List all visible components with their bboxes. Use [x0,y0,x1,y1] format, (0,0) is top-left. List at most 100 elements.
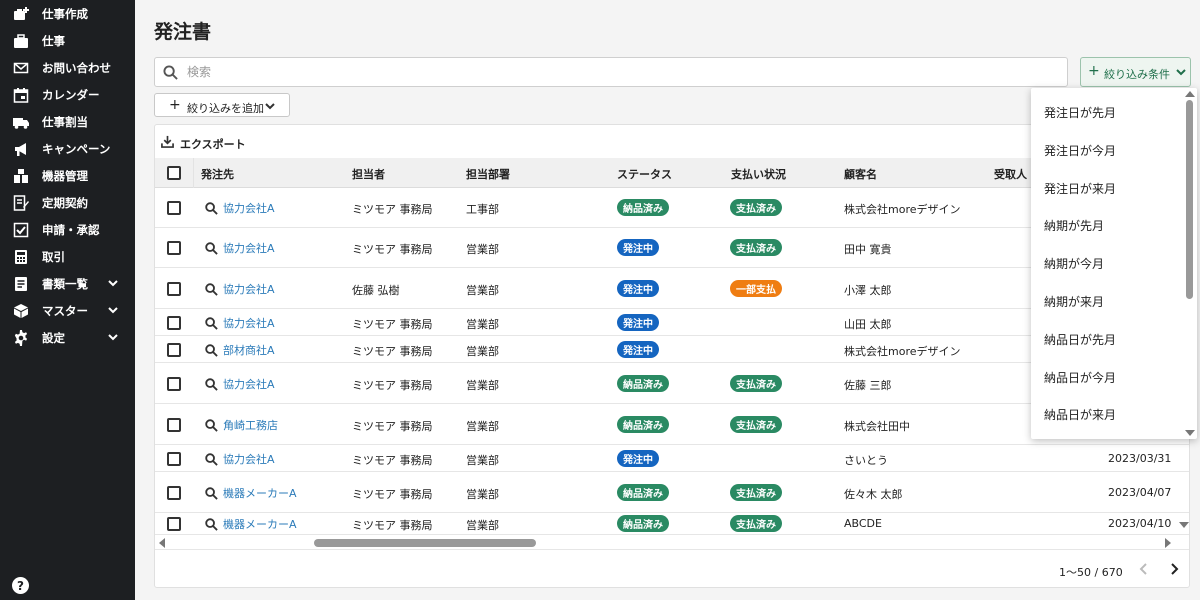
row-checkbox[interactable] [167,201,181,215]
help-icon[interactable]: ? [12,577,29,594]
add-filter-label: 絞り込みを追加 [187,102,264,115]
status-badge: 納品済み [617,484,669,501]
vendor-link[interactable]: 機器メーカーA [205,516,297,532]
vendor-name: 協力会社A [223,453,275,466]
vendor-link[interactable]: 協力会社A [205,200,275,216]
scroll-down-arrow[interactable] [1179,522,1189,528]
sidebar-item[interactable]: 定期契約 [0,189,135,216]
customer-cell: 田中 寛貴 [844,243,892,256]
column-header-recipient[interactable]: 受取人 [994,166,1027,182]
gear-icon [12,329,29,346]
sidebar-item[interactable]: 書類一覧 [0,270,135,297]
dropdown-scroll-up[interactable] [1185,91,1195,97]
dept-cell: 営業部 [466,243,499,256]
dropdown-option-label: 発注日が来月 [1044,181,1117,196]
dept-cell: 営業部 [466,379,499,392]
dropdown-option[interactable]: 発注日が来月 [1031,169,1183,207]
row-checkbox[interactable] [167,316,181,330]
horizontal-scrollbar[interactable] [155,535,1189,549]
scroll-right-arrow[interactable] [1165,538,1171,548]
column-header-vendor[interactable]: 発注先 [201,166,234,182]
sidebar-item-label: カレンダー [42,88,100,102]
sidebar-item[interactable]: マスター [0,297,135,324]
column-header-payment[interactable]: 支払い状況 [731,166,786,182]
megaphone-icon [12,140,29,157]
vendor-link[interactable]: 協力会社A [205,240,275,256]
sidebar-item[interactable]: 機器管理 [0,162,135,189]
next-page-button[interactable] [1167,562,1181,576]
sidebar-item-label: 取引 [42,250,65,264]
column-header-person[interactable]: 担当者 [352,166,385,182]
row-checkbox[interactable] [167,241,181,255]
sidebar-item[interactable]: キャンペーン [0,135,135,162]
sidebar-item-label: マスター [42,304,88,318]
dropdown-scrollbar-thumb[interactable] [1186,100,1193,299]
sidebar-item[interactable]: カレンダー [0,81,135,108]
vendor-link[interactable]: 協力会社A [205,451,275,467]
sidebar-item-label: 書類一覧 [42,277,88,291]
sidebar-item-label: お問い合わせ [42,61,111,75]
pagination: 1〜50 / 670 [155,549,1189,587]
sidebar-item[interactable]: 仕事割当 [0,108,135,135]
table-row[interactable]: 協力会社A ミツモア 事務局 営業部 さいとう 2023/03/31 発注中 [155,445,1189,472]
table-row[interactable]: 機器メーカーA ミツモア 事務局 営業部 佐々木 太郎 2023/04/07 納品済み 支払… [155,472,1189,513]
page-range: 1〜50 / 670 [1059,566,1123,579]
sidebar-item[interactable]: 設定 [0,324,135,351]
plus-icon: + [169,97,181,113]
person-cell: ミツモア 事務局 [352,454,433,467]
sidebar-item[interactable]: 申請・承認 [0,216,135,243]
column-header-customer[interactable]: 顧客名 [844,166,877,182]
dropdown-option-label: 納品日が来月 [1044,408,1117,423]
search-icon [163,65,178,80]
row-checkbox[interactable] [167,517,181,531]
vendor-name: 協力会社A [223,283,275,296]
row-checkbox[interactable] [167,377,181,391]
plus-icon: + [1088,63,1100,79]
filter-conditions-button[interactable]: + 絞り込み条件 [1080,57,1191,87]
dropdown-option[interactable]: 納期が先月 [1031,206,1183,244]
row-checkbox[interactable] [167,452,181,466]
column-header-status[interactable]: ステータス [617,166,672,182]
vendor-link[interactable]: 機器メーカーA [205,485,297,501]
dropdown-scroll-down[interactable] [1185,430,1195,436]
row-checkbox[interactable] [167,343,181,357]
dropdown-option[interactable]: 納品日が先月 [1031,320,1183,358]
sidebar-item-label: 機器管理 [42,169,88,183]
add-filter-button[interactable]: + 絞り込みを追加 [154,93,290,117]
vendor-link[interactable]: 角崎工務店 [205,417,278,433]
sidebar-item[interactable]: お問い合わせ [0,54,135,81]
row-checkbox[interactable] [167,282,181,296]
sidebar-item[interactable]: 取引 [0,243,135,270]
search-bar[interactable] [154,57,1068,87]
person-cell: ミツモア 事務局 [352,488,433,501]
scroll-left-arrow[interactable] [159,538,165,548]
row-checkbox[interactable] [167,418,181,432]
dropdown-option[interactable]: 発注日が先月 [1031,93,1183,131]
sidebar-item[interactable]: 仕事作成 [0,0,135,27]
sidebar-item[interactable]: 仕事 [0,27,135,54]
dropdown-option[interactable]: 納期が今月 [1031,244,1183,282]
calendar-icon [12,86,29,103]
magnifier-icon [205,418,218,432]
chevron-down-icon [106,276,120,290]
table-row[interactable]: 機器メーカーA ミツモア 事務局 営業部 ABCDE 2023/04/10 納品済み 支払済… [155,513,1189,535]
search-input[interactable] [187,62,1057,82]
dropdown-option[interactable]: 納期が来月 [1031,282,1183,320]
column-header-dept[interactable]: 担当部署 [466,166,510,182]
select-all-checkbox[interactable] [167,166,181,180]
person-cell: ミツモア 事務局 [352,420,433,433]
sidebar-item-label: 仕事割当 [42,115,88,129]
dropdown-option[interactable]: 発注日が今月 [1031,131,1183,169]
dropdown-option[interactable]: 納品日が来月 [1031,395,1183,433]
prev-page-button[interactable] [1137,562,1151,576]
vendor-link[interactable]: 協力会社A [205,376,275,392]
vendor-link[interactable]: 協力会社A [205,315,275,331]
sidebar-item-label: 設定 [42,331,65,345]
scrollbar-thumb[interactable] [314,539,536,547]
person-cell: ミツモア 事務局 [352,345,433,358]
vendor-link[interactable]: 協力会社A [205,281,275,297]
magnifier-icon [205,241,218,255]
row-checkbox[interactable] [167,486,181,500]
dropdown-option[interactable]: 納品日が今月 [1031,358,1183,396]
vendor-link[interactable]: 部材商社A [205,342,275,358]
